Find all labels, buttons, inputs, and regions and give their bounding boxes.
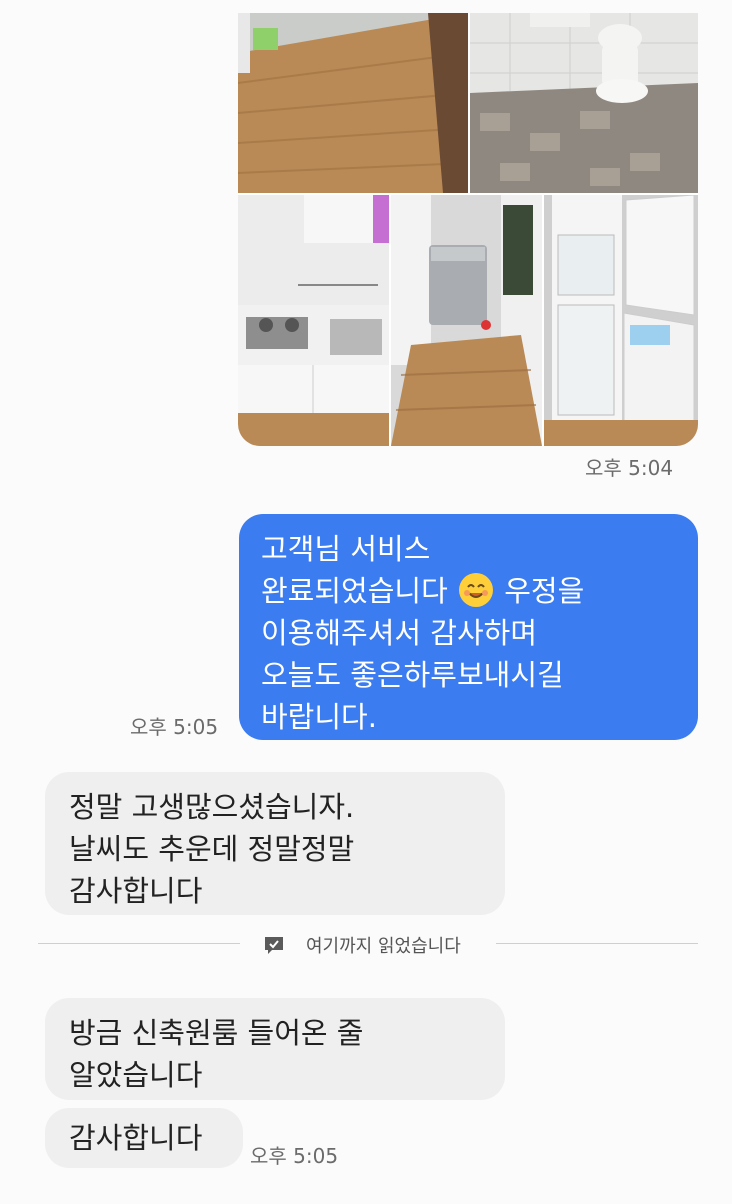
message-text: 우정을 [504,574,585,608]
message-line: 정말 고생많으셨습니자. [69,790,355,824]
outgoing-timestamp: 오후 5:05 [130,715,219,739]
incoming-timestamp: 오후 5:05 [250,1144,339,1168]
chat-bubble-icon [262,934,286,958]
incoming-message-bubble[interactable]: 정말 고생많으셨습니자. 날씨도 추운데 정말정말 감사합니다 [45,772,505,915]
message-line: 오늘도 좋은하루보내시길 [261,658,564,692]
photo-kitchen[interactable] [238,195,389,446]
incoming-message-bubble[interactable]: 방금 신축원룸 들어온 줄 알았습니다 [45,998,505,1100]
photo-bathroom[interactable] [470,13,698,193]
incoming-message-bubble[interactable]: 감사합니다 [45,1108,243,1168]
message-line-with-emoji: 완료되었습니다 우정을 [261,570,678,612]
divider-line-right [496,943,698,944]
read-marker-label: 여기까지 읽었습니다 [306,936,461,957]
message-line: 방금 신축원룸 들어온 줄 [69,1016,364,1050]
message-line: 고객님 서비스 [261,532,431,566]
message-line: 감사합니다 [69,1121,203,1155]
message-line: 날씨도 추운데 정말정말 [69,832,355,866]
photo-timestamp: 오후 5:04 [585,456,674,480]
message-line: 바랍니다. [261,700,377,734]
smile-emoji-icon [458,573,493,607]
photo-floor[interactable] [238,13,468,193]
outgoing-message-bubble[interactable]: 고객님 서비스 완료되었습니다 우정을 이용해주셔서 감사하며 오늘도 좋은하루… [239,514,698,740]
photo-fridge[interactable] [544,195,698,446]
message-line: 이용해주셔서 감사하며 [261,616,538,650]
message-text: 완료되었습니다 [261,574,448,608]
divider-line-left [38,943,240,944]
message-line: 알았습니다 [69,1058,203,1092]
message-line: 감사합니다 [69,874,203,908]
photo-album[interactable] [238,13,698,446]
photo-washer[interactable] [391,195,542,446]
